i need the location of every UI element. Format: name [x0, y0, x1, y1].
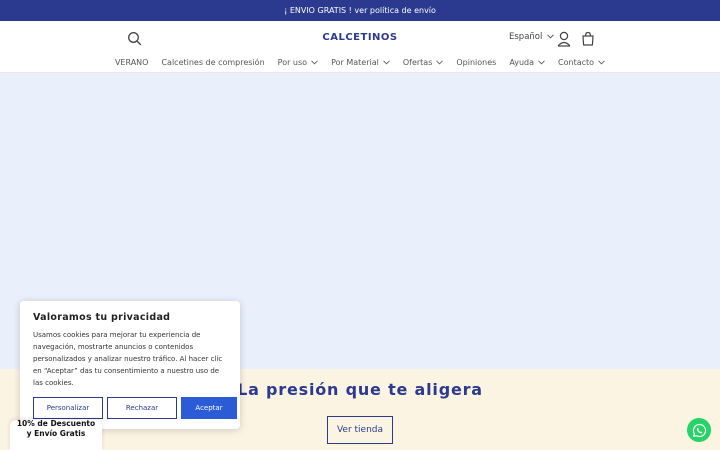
chevron-down-icon — [547, 32, 555, 42]
customize-button[interactable]: Personalizar — [33, 397, 103, 419]
nav-item-opiniones[interactable]: Opiniones — [456, 58, 496, 67]
site-header: CALCETINOS Español VERANO Calcetines de … — [0, 21, 720, 73]
nav-item-label: Por Material — [331, 57, 379, 67]
nav-item-label: Ofertas — [402, 57, 433, 67]
chevron-down-icon — [598, 59, 605, 65]
nav-item-ayuda[interactable]: Ayuda — [509, 58, 545, 67]
nav-item-contacto[interactable]: Contacto — [558, 58, 605, 67]
accept-button[interactable]: Aceptar — [181, 397, 237, 419]
cookie-banner: Valoramos tu privacidad Usamos cookies p… — [20, 301, 240, 429]
nav-item-por-material[interactable]: Por Material — [331, 58, 390, 67]
nav-item-label: Ayuda — [509, 57, 535, 67]
chevron-down-icon — [382, 59, 390, 65]
nav-item-ofertas[interactable]: Ofertas — [403, 58, 444, 67]
nav-item-label: Opiniones — [456, 57, 497, 67]
language-label: Español — [509, 32, 543, 42]
reject-button[interactable]: Rechazar — [107, 397, 177, 419]
nav-item-compresion[interactable]: Calcetines de compresión — [161, 58, 264, 67]
main-nav: VERANO Calcetines de compresión Por uso … — [0, 54, 720, 70]
nav-item-label: Calcetines de compresión — [161, 57, 265, 67]
discount-line-2: y Envío Gratis — [26, 429, 86, 438]
search-icon[interactable] — [126, 30, 144, 48]
nav-item-por-uso[interactable]: Por uso — [278, 58, 318, 67]
nav-item-label: VERANO — [114, 57, 149, 67]
nav-item-label: Por uso — [277, 57, 308, 67]
cookie-actions: Personalizar Rechazar Aceptar — [33, 397, 237, 419]
shop-button[interactable]: Ver tienda — [327, 416, 393, 444]
chevron-down-icon — [311, 59, 318, 65]
brand-logo[interactable]: CALCETINOS — [320, 32, 400, 46]
cookie-text: Usamos cookies para mejorar tu experienc… — [33, 331, 223, 387]
announcement-bar[interactable]: ¡ ENVIO GRATIS ! ver política de envío — [0, 0, 720, 21]
discount-tab[interactable]: 10% de Descuento y Envío Gratis — [10, 419, 102, 450]
nav-item-verano[interactable]: VERANO — [115, 58, 149, 67]
discount-line-1: 10% de Descuento — [16, 419, 96, 428]
whatsapp-icon[interactable] — [687, 418, 711, 442]
cart-icon[interactable] — [580, 30, 596, 48]
announcement-text[interactable]: ¡ ENVIO GRATIS ! ver política de envío — [284, 6, 436, 15]
chevron-down-icon — [436, 59, 444, 65]
language-selector[interactable]: Español — [509, 32, 555, 42]
cookie-title: Valoramos tu privacidad — [33, 312, 171, 323]
nav-item-label: Contacto — [558, 57, 595, 67]
account-icon[interactable] — [556, 30, 572, 48]
chevron-down-icon — [538, 59, 545, 65]
